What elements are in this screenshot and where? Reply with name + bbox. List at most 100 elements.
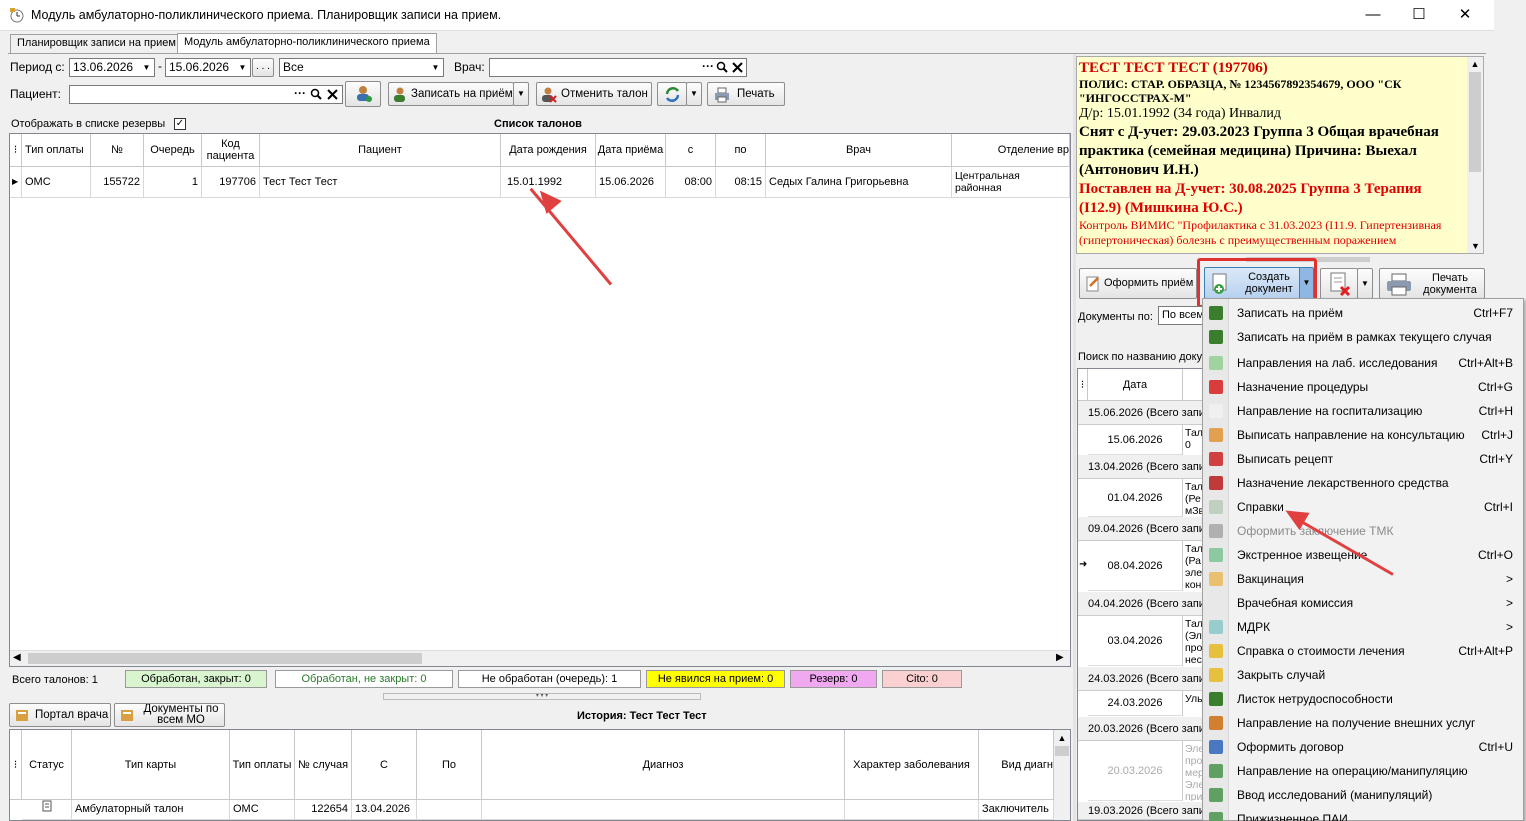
- doctor-field[interactable]: ···: [489, 58, 747, 77]
- cell-visit-date[interactable]: 15.06.2026: [596, 167, 666, 198]
- cell-from[interactable]: 08:00: [666, 167, 716, 198]
- refresh-button[interactable]: [657, 82, 687, 106]
- info-scroll-thumb[interactable]: [1469, 72, 1481, 172]
- scroll-up-icon[interactable]: ▲: [1054, 733, 1070, 743]
- status-select[interactable]: Все ▼: [279, 58, 444, 77]
- col-pay-type[interactable]: Тип оплаты: [22, 134, 91, 167]
- menu-item[interactable]: Направление на госпитализацию Ctrl+H: [1203, 399, 1523, 423]
- hcol-diag-kind[interactable]: Вид диагн: [979, 730, 1054, 800]
- doc-group-header[interactable]: 24.03.2026 (Всего запи: [1078, 667, 1206, 691]
- col-to[interactable]: по: [716, 134, 766, 167]
- horizontal-scrollbar[interactable]: ◀ ▶: [10, 650, 1070, 666]
- info-vscrollbar[interactable]: ▲ ▼: [1467, 57, 1483, 253]
- cell-pay-type[interactable]: ОМС: [22, 167, 91, 198]
- date-to-field[interactable]: 15.06.2026 ▼: [165, 58, 251, 77]
- col-doctor[interactable]: Врач: [766, 134, 952, 167]
- menu-item[interactable]: Выписать рецепт Ctrl+Y: [1203, 447, 1523, 471]
- hcol-to[interactable]: По: [417, 730, 482, 800]
- print-button[interactable]: Печать: [707, 82, 785, 106]
- maximize-button[interactable]: ☐: [1396, 0, 1442, 31]
- col-queue[interactable]: Очередь: [144, 134, 202, 167]
- cancel-talon-button[interactable]: Отменить талон: [536, 82, 652, 106]
- admit-button[interactable]: Оформить приём: [1079, 268, 1197, 299]
- hcol-character[interactable]: Характер заболевания: [845, 730, 979, 800]
- hcol-pay-type[interactable]: Тип оплаты: [230, 730, 295, 800]
- delete-document-button[interactable]: [1320, 268, 1358, 299]
- cell-doctor[interactable]: Седых Галина Григорьевна: [766, 167, 952, 198]
- hcol-diagnosis[interactable]: Диагноз: [482, 730, 845, 800]
- cell-patient[interactable]: Тест Тест Тест: [260, 167, 501, 198]
- col-patient[interactable]: Пациент: [260, 134, 501, 167]
- menu-item[interactable]: МДРК >: [1203, 615, 1523, 639]
- doc-date-cell[interactable]: 08.04.2026: [1088, 541, 1183, 591]
- menu-item[interactable]: Закрыть случай: [1203, 663, 1523, 687]
- scroll-right-icon[interactable]: ▶: [1056, 652, 1064, 663]
- doc-date-cell[interactable]: 15.06.2026: [1088, 425, 1183, 455]
- hcell-from[interactable]: 13.04.2026: [352, 800, 417, 820]
- book-appointment-button[interactable]: Записать на приём: [388, 82, 514, 106]
- doc-group-header[interactable]: 15.06.2026 (Всего запи: [1078, 401, 1206, 425]
- menu-item[interactable]: Прижизненное ПАИ: [1203, 807, 1523, 821]
- hcell-card-type[interactable]: Амбулаторный талон: [72, 800, 230, 820]
- doc-group-header[interactable]: 13.04.2026 (Всего запи: [1078, 455, 1206, 479]
- minimize-button[interactable]: —: [1350, 0, 1396, 31]
- cell-queue[interactable]: 1: [144, 167, 202, 198]
- patient-field[interactable]: ···: [69, 85, 343, 104]
- menu-item[interactable]: Выписать направление на консультацию Ctrl…: [1203, 423, 1523, 447]
- hcol-status[interactable]: Статус: [22, 730, 72, 800]
- search-icon[interactable]: [310, 88, 323, 101]
- history-scroll-thumb[interactable]: [1055, 746, 1069, 756]
- doc-group-header[interactable]: 19.03.2026 (Всего запи: [1078, 802, 1206, 820]
- reserve-checkbox[interactable]: ✓: [174, 118, 186, 130]
- docs-by-select[interactable]: По всем: [1158, 306, 1208, 325]
- scroll-up-icon[interactable]: ▲: [1467, 59, 1483, 69]
- hcell-diag-kind[interactable]: Заключитель: [979, 800, 1054, 820]
- clear-icon[interactable]: [326, 88, 339, 101]
- hcol-card-type[interactable]: Тип карты: [72, 730, 230, 800]
- clear-icon[interactable]: [731, 61, 744, 74]
- cell-number[interactable]: 155722: [91, 167, 144, 198]
- menu-item[interactable]: Справка о стоимости лечения Ctrl+Alt+P: [1203, 639, 1523, 663]
- refresh-dropdown-button[interactable]: ▼: [686, 82, 702, 106]
- delete-dropdown-button[interactable]: ▼: [1357, 268, 1373, 299]
- tab-scheduler[interactable]: Планировщик записи на прием: [10, 34, 183, 53]
- menu-item[interactable]: Записать на приём Ctrl+F7: [1203, 301, 1523, 325]
- menu-item[interactable]: Оформить договор Ctrl+U: [1203, 735, 1523, 759]
- menu-item[interactable]: Направление на операцию/манипуляцию: [1203, 759, 1523, 783]
- print-document-button[interactable]: Печать документа: [1379, 268, 1485, 299]
- book-dropdown-button[interactable]: ▼: [513, 82, 529, 106]
- doc-date-cell[interactable]: 03.04.2026: [1088, 616, 1183, 666]
- hcol-from[interactable]: С: [352, 730, 417, 800]
- col-from[interactable]: с: [666, 134, 716, 167]
- hcell-pay-type[interactable]: ОМС: [230, 800, 295, 820]
- col-visit-date[interactable]: Дата приёма: [596, 134, 666, 167]
- doc-group-header[interactable]: 04.04.2026 (Всего запи: [1078, 592, 1206, 616]
- all-mo-docs-button[interactable]: Документы по всем МО: [114, 703, 225, 727]
- cell-patient-code[interactable]: 197706: [202, 167, 260, 198]
- history-vscrollbar[interactable]: ▲: [1054, 730, 1070, 820]
- patient-card-button[interactable]: [345, 81, 381, 107]
- scroll-left-icon[interactable]: ◀: [13, 652, 21, 663]
- menu-item[interactable]: Справки Ctrl+I: [1203, 495, 1523, 519]
- menu-item[interactable]: Листок нетрудоспособности: [1203, 687, 1523, 711]
- scroll-down-icon[interactable]: ▼: [1471, 241, 1480, 251]
- search-icon[interactable]: [716, 61, 729, 74]
- hcell-diagnosis[interactable]: [482, 800, 845, 820]
- doc-date-cell[interactable]: 01.04.2026: [1088, 479, 1183, 517]
- col-number[interactable]: №: [91, 134, 144, 167]
- doc-date-cell[interactable]: 24.03.2026: [1088, 691, 1183, 716]
- patient-browse-icon[interactable]: ···: [294, 86, 306, 102]
- hcol-case-number[interactable]: № случая: [295, 730, 352, 800]
- menu-item[interactable]: Врачебная комиссия >: [1203, 591, 1523, 615]
- col-dob[interactable]: Дата рождения: [501, 134, 596, 167]
- doctor-portal-button[interactable]: Портал врача: [9, 703, 111, 727]
- menu-item[interactable]: Записать на приём в рамках текущего случ…: [1203, 325, 1523, 349]
- doc-group-header[interactable]: 09.04.2026 (Всего запи: [1078, 517, 1206, 541]
- date-from-field[interactable]: 13.06.2026 ▼: [69, 58, 155, 77]
- col-patient-code[interactable]: Код пациента: [202, 134, 260, 167]
- close-button[interactable]: ✕: [1442, 0, 1488, 31]
- cell-to[interactable]: 08:15: [716, 167, 766, 198]
- hcell-case-number[interactable]: 122654: [295, 800, 352, 820]
- cell-department[interactable]: Центральная районная поликлиника: [952, 167, 1070, 198]
- hcell-character[interactable]: [845, 800, 979, 820]
